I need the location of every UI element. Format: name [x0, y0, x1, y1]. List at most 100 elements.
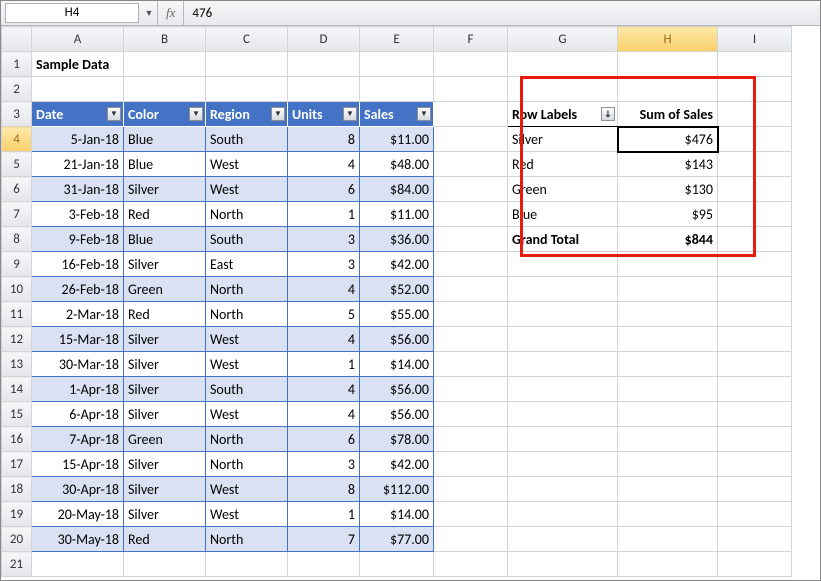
row-header[interactable]: 1: [2, 52, 32, 77]
cell[interactable]: 4: [288, 152, 360, 177]
cell[interactable]: 9-Feb-18: [32, 227, 124, 252]
row-header[interactable]: 11: [2, 302, 32, 327]
col-header[interactable]: E: [360, 27, 434, 52]
cell[interactable]: 7: [288, 527, 360, 552]
cell[interactable]: West: [206, 152, 288, 177]
cell[interactable]: $84.00: [360, 177, 434, 202]
cell[interactable]: 1: [288, 202, 360, 227]
cell[interactable]: Silver: [124, 252, 206, 277]
pivot-value[interactable]: $95: [618, 202, 718, 227]
cell[interactable]: West: [206, 402, 288, 427]
cell[interactable]: 4: [288, 327, 360, 352]
cell[interactable]: 21-Jan-18: [32, 152, 124, 177]
select-all-corner[interactable]: [2, 27, 32, 52]
cell[interactable]: 6: [288, 427, 360, 452]
cell[interactable]: 16-Feb-18: [32, 252, 124, 277]
col-header[interactable]: I: [718, 27, 792, 52]
cell[interactable]: Silver: [124, 327, 206, 352]
cell[interactable]: 3: [288, 252, 360, 277]
cell[interactable]: Red: [124, 527, 206, 552]
cell[interactable]: North: [206, 452, 288, 477]
cell[interactable]: North: [206, 302, 288, 327]
row-header[interactable]: 21: [2, 552, 32, 577]
col-header[interactable]: C: [206, 27, 288, 52]
pivot-grand-total-value[interactable]: $844: [618, 227, 718, 252]
filter-dropdown-icon[interactable]: ▼: [417, 107, 431, 121]
cell[interactable]: 3-Feb-18: [32, 202, 124, 227]
col-header[interactable]: G: [508, 27, 618, 52]
cell[interactable]: South: [206, 127, 288, 152]
cell[interactable]: $14.00: [360, 502, 434, 527]
cell[interactable]: North: [206, 427, 288, 452]
cell[interactable]: Green: [124, 427, 206, 452]
cell[interactable]: West: [206, 327, 288, 352]
filter-dropdown-icon[interactable]: ▼: [107, 107, 121, 121]
row-header[interactable]: 4: [2, 127, 32, 152]
cell[interactable]: Blue: [124, 152, 206, 177]
pivot-filter-icon[interactable]: ↓: [601, 107, 615, 121]
cell[interactable]: East: [206, 252, 288, 277]
cell[interactable]: Red: [124, 302, 206, 327]
cell[interactable]: Silver: [124, 402, 206, 427]
cell[interactable]: $42.00: [360, 452, 434, 477]
table-column-header[interactable]: Date▼: [32, 102, 124, 127]
cell[interactable]: 6-Apr-18: [32, 402, 124, 427]
namebox-dropdown-icon[interactable]: ▼: [141, 3, 157, 23]
cell[interactable]: 30-Apr-18: [32, 477, 124, 502]
cell[interactable]: North: [206, 527, 288, 552]
col-header[interactable]: B: [124, 27, 206, 52]
row-header[interactable]: 8: [2, 227, 32, 252]
cell[interactable]: West: [206, 177, 288, 202]
cell[interactable]: Silver: [124, 377, 206, 402]
cell[interactable]: 1-Apr-18: [32, 377, 124, 402]
row-header[interactable]: 16: [2, 427, 32, 452]
cell[interactable]: 15-Mar-18: [32, 327, 124, 352]
filter-dropdown-icon[interactable]: ▼: [189, 107, 203, 121]
cell[interactable]: 1: [288, 352, 360, 377]
cell[interactable]: 1: [288, 502, 360, 527]
cell[interactable]: Silver: [124, 502, 206, 527]
row-header[interactable]: 7: [2, 202, 32, 227]
cell[interactable]: South: [206, 377, 288, 402]
cell[interactable]: 5-Jan-18: [32, 127, 124, 152]
pivot-grand-total-label[interactable]: Grand Total: [508, 227, 618, 252]
pivot-row[interactable]: Blue: [508, 202, 618, 227]
col-header[interactable]: H: [618, 27, 718, 52]
cell[interactable]: Silver: [124, 477, 206, 502]
cell[interactable]: Red: [124, 202, 206, 227]
cell[interactable]: 5: [288, 302, 360, 327]
row-header[interactable]: 5: [2, 152, 32, 177]
cell[interactable]: 31-Jan-18: [32, 177, 124, 202]
cell[interactable]: North: [206, 202, 288, 227]
row-header[interactable]: 15: [2, 402, 32, 427]
cell[interactable]: 3: [288, 452, 360, 477]
cell[interactable]: 15-Apr-18: [32, 452, 124, 477]
cell[interactable]: 30-May-18: [32, 527, 124, 552]
cell[interactable]: 3: [288, 227, 360, 252]
cell[interactable]: 26-Feb-18: [32, 277, 124, 302]
cell[interactable]: 20-May-18: [32, 502, 124, 527]
cell[interactable]: 2-Mar-18: [32, 302, 124, 327]
cell[interactable]: West: [206, 352, 288, 377]
row-header[interactable]: 13: [2, 352, 32, 377]
pivot-row[interactable]: Red: [508, 152, 618, 177]
pivot-sum-header[interactable]: Sum of Sales: [618, 102, 718, 127]
row-header[interactable]: 18: [2, 477, 32, 502]
row-header[interactable]: 20: [2, 527, 32, 552]
cell[interactable]: West: [206, 477, 288, 502]
cell[interactable]: Blue: [124, 227, 206, 252]
fx-icon[interactable]: fx: [158, 1, 184, 25]
cell[interactable]: $56.00: [360, 402, 434, 427]
row-header[interactable]: 12: [2, 327, 32, 352]
cell[interactable]: West: [206, 502, 288, 527]
cell[interactable]: South: [206, 227, 288, 252]
cell[interactable]: 4: [288, 277, 360, 302]
cell[interactable]: North: [206, 277, 288, 302]
cell[interactable]: $14.00: [360, 352, 434, 377]
cell[interactable]: Silver: [124, 352, 206, 377]
cell[interactable]: 30-Mar-18: [32, 352, 124, 377]
cell[interactable]: $78.00: [360, 427, 434, 452]
cell[interactable]: 8: [288, 477, 360, 502]
pivot-row[interactable]: Green: [508, 177, 618, 202]
pivot-value[interactable]: $130: [618, 177, 718, 202]
